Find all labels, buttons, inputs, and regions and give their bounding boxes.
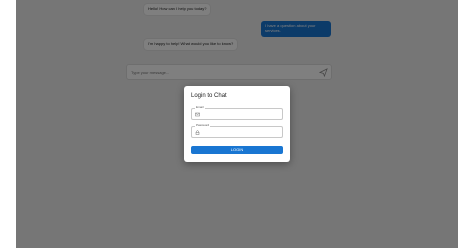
password-label: Password — [195, 123, 211, 127]
login-button[interactable]: LOGIN — [191, 146, 283, 154]
password-field[interactable]: Password — [191, 123, 283, 138]
login-dialog: Login to Chat Email Password LOGIN — [184, 86, 290, 162]
password-input[interactable] — [202, 129, 280, 136]
email-field[interactable]: Email — [191, 105, 283, 120]
dialog-title: Login to Chat — [191, 93, 227, 99]
email-input[interactable] — [202, 111, 280, 118]
email-label: Email — [195, 105, 205, 109]
email-icon — [195, 112, 200, 117]
lock-icon — [195, 130, 200, 135]
